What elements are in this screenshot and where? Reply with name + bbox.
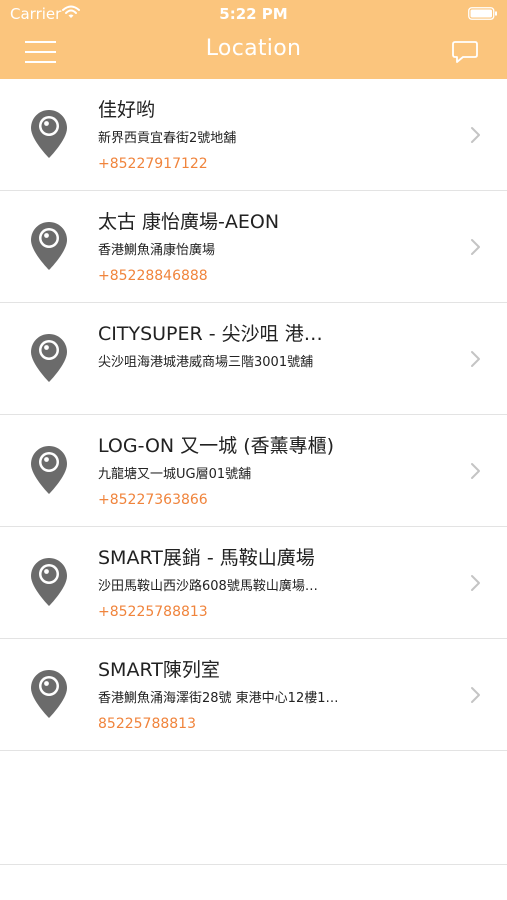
map-pin-icon	[31, 110, 67, 158]
location-name: 佳好哟	[98, 99, 156, 121]
map-pin-icon	[31, 446, 67, 494]
location-name: CITYSUPER - 尖沙咀 港…	[98, 323, 323, 345]
location-row[interactable]: 佳好哟 新界西貢宜春街2號地舖 +85227917122	[0, 79, 507, 191]
status-time: 5:22 PM	[219, 5, 288, 23]
location-address: 尖沙咀海港城港威商場三階3001號舖	[98, 355, 314, 370]
chevron-right-icon	[471, 575, 480, 591]
location-phone[interactable]: +85228846888	[98, 268, 208, 284]
chevron-right-icon	[471, 687, 480, 703]
location-name: SMART陳列室	[98, 659, 220, 681]
battery-icon	[468, 7, 497, 20]
chevron-right-icon	[471, 127, 480, 143]
location-phone[interactable]: +85227363866	[98, 492, 208, 508]
location-row[interactable]: SMART陳列室 香港鰂魚涌海澤街28號 東港中心12樓1… 852257888…	[0, 639, 507, 751]
location-row[interactable]: 太古 康怡廣場-AEON 香港鰂魚涌康怡廣場 +85228846888	[0, 191, 507, 303]
location-address: 香港鰂魚涌海澤街28號 東港中心12樓1…	[98, 691, 339, 706]
chevron-right-icon	[471, 463, 480, 479]
status-bar: Carrier 5:22 PM	[0, 0, 507, 28]
bottom-divider	[0, 864, 507, 865]
location-address: 香港鰂魚涌康怡廣場	[98, 243, 216, 258]
map-pin-icon	[31, 558, 67, 606]
location-screen: Carrier 5:22 PM Location 佳好哟 新界西貢宜春街2號地舖…	[0, 0, 507, 900]
chat-icon[interactable]	[452, 40, 478, 64]
chevron-right-icon	[471, 351, 480, 367]
location-name: LOG-ON 又一城 (香薰專櫃)	[98, 435, 335, 457]
location-row[interactable]: LOG-ON 又一城 (香薰專櫃) 九龍塘又一城UG層01號舖 +8522736…	[0, 415, 507, 527]
location-row[interactable]: CITYSUPER - 尖沙咀 港… 尖沙咀海港城港威商場三階3001號舖	[0, 303, 507, 415]
location-phone[interactable]: +85225788813	[98, 604, 208, 620]
location-phone[interactable]: +85227917122	[98, 156, 208, 172]
location-list: 佳好哟 新界西貢宜春街2號地舖 +85227917122 太古 康怡廣場-AEO…	[0, 79, 507, 751]
location-name: SMART展銷 - 馬鞍山廣場	[98, 547, 315, 569]
location-address: 沙田馬鞍山西沙路608號馬鞍山廣場…	[98, 579, 318, 594]
page-title: Location	[205, 36, 302, 61]
map-pin-icon	[31, 222, 67, 270]
chevron-right-icon	[471, 239, 480, 255]
location-name: 太古 康怡廣場-AEON	[98, 211, 280, 233]
map-pin-icon	[31, 670, 67, 718]
location-row[interactable]: SMART展銷 - 馬鞍山廣場 沙田馬鞍山西沙路608號馬鞍山廣場… +8522…	[0, 527, 507, 639]
location-address: 九龍塘又一城UG層01號舖	[98, 467, 252, 482]
location-address: 新界西貢宜春街2號地舖	[98, 131, 237, 146]
map-pin-icon	[31, 334, 67, 382]
header-bar: Carrier 5:22 PM Location	[0, 0, 507, 79]
location-phone[interactable]: 85225788813	[98, 716, 196, 732]
